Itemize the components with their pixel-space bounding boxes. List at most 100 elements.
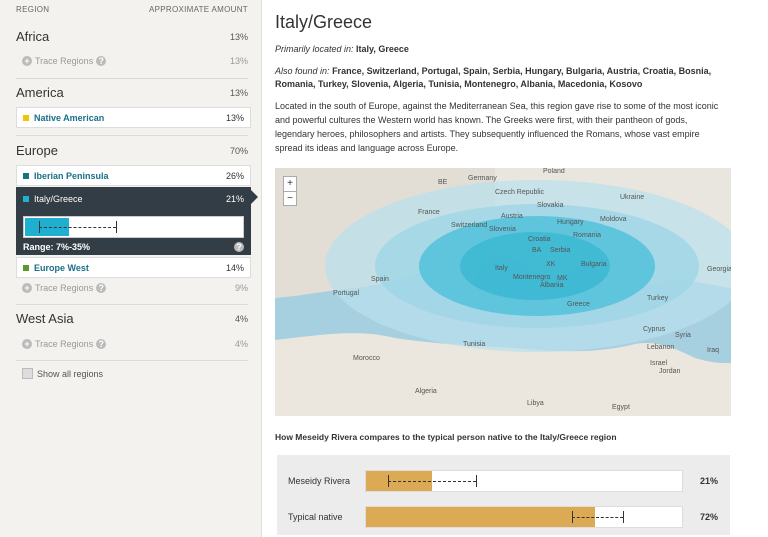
map-label: Greece <box>567 301 590 308</box>
plus-icon: + <box>22 56 32 66</box>
trace-regions-europe[interactable]: + Trace Regions? 9% <box>22 283 248 293</box>
zoom-control: + − <box>283 176 297 206</box>
sidebar-header: REGION APPROXIMATE AMOUNT <box>16 5 248 14</box>
map-label: Germany <box>468 175 497 182</box>
color-swatch <box>23 114 29 121</box>
compare-label: Typical native <box>288 512 343 522</box>
map-label: Israel <box>650 360 668 367</box>
trace-label: Trace Regions <box>35 56 94 66</box>
error-max-tick <box>623 511 624 523</box>
divider <box>16 360 248 361</box>
compare-row-user: Meseidy Rivera 21% <box>277 463 730 499</box>
trace-pct: 4% <box>234 339 248 349</box>
header-amount: APPROXIMATE AMOUNT <box>148 5 248 14</box>
map-label: Romania <box>573 232 602 239</box>
subregion-europe-west[interactable]: Europe West 14% <box>16 257 251 278</box>
subregion-name: Iberian Peninsula <box>34 170 109 181</box>
subregion-name: Native American <box>34 112 105 123</box>
trace-regions-west-asia[interactable]: + Trace Regions? 4% <box>22 339 248 349</box>
divider <box>16 304 248 305</box>
map-label: Switzerland <box>451 222 488 229</box>
subregion-iberian-peninsula[interactable]: Iberian Peninsula 26% <box>16 165 251 186</box>
error-max-tick <box>476 475 477 487</box>
map-label: Croatia <box>528 236 551 243</box>
divider <box>16 135 248 136</box>
range-max-tick <box>116 221 117 233</box>
help-icon[interactable]: ? <box>96 56 107 66</box>
trace-regions-africa[interactable]: + Trace Regions? 13% <box>22 56 248 66</box>
subregion-pct: 26% <box>225 170 244 181</box>
zoom-out-button[interactable]: − <box>284 192 296 206</box>
compare-row-typical: Typical native 72% <box>277 499 730 535</box>
subregion-pct: 14% <box>225 262 244 273</box>
error-line <box>388 481 476 482</box>
comparison-panel: Meseidy Rivera 21% Typical native 72% <box>277 455 730 535</box>
subregion-pct: 13% <box>225 112 244 123</box>
primary-label: Primarily located in: <box>275 44 354 54</box>
map-label: Syria <box>675 332 691 339</box>
map-label: Lebanon <box>647 344 675 351</box>
region-pct: 13% <box>229 31 248 42</box>
region-africa[interactable]: Africa 13% <box>16 29 248 44</box>
region-europe[interactable]: Europe 70% <box>16 143 248 158</box>
subregion-name: Italy/Greece <box>34 194 83 204</box>
subregion-pct: 21% <box>225 194 244 204</box>
map-label: Slovenia <box>489 226 516 233</box>
subregion-italy-greece-selected[interactable]: Italy/Greece 21% Range: 7%-35% ? <box>16 187 258 255</box>
region-name: America <box>16 85 64 100</box>
region-name: Africa <box>16 29 50 44</box>
trace-pct: 9% <box>234 283 248 293</box>
selection-arrow <box>251 190 258 204</box>
map-label: Algeria <box>415 388 437 395</box>
compare-value: 72% <box>699 512 718 522</box>
map-label: Italy <box>495 265 508 272</box>
map-label: BE <box>438 179 448 186</box>
color-swatch <box>23 172 29 179</box>
help-icon[interactable]: ? <box>96 339 107 349</box>
help-icon[interactable]: ? <box>234 242 244 252</box>
map-label: Jordan <box>659 368 681 375</box>
map-label: Egypt <box>612 404 630 411</box>
trace-label: Trace Regions <box>35 283 94 293</box>
region-america[interactable]: America 13% <box>16 85 248 100</box>
region-name: Europe <box>16 143 58 158</box>
map-label: Poland <box>543 168 565 175</box>
map-label: Serbia <box>550 247 571 254</box>
zoom-in-button[interactable]: + <box>284 177 296 192</box>
map-label: MK <box>557 275 568 282</box>
show-all-regions-toggle[interactable]: Show all regions <box>22 368 103 379</box>
color-swatch <box>23 196 29 202</box>
comparison-title: How Meseidy Rivera compares to the typic… <box>275 432 617 442</box>
region-name: West Asia <box>16 311 74 326</box>
page-title: Italy/Greece <box>275 12 373 32</box>
map-label: Bulgaria <box>581 261 607 268</box>
divider <box>16 78 248 79</box>
help-icon[interactable]: ? <box>96 283 107 293</box>
map-label: France <box>418 209 440 216</box>
map-label: Portugal <box>333 290 360 297</box>
map-label: Czech Republic <box>495 189 545 196</box>
compare-track <box>365 506 683 528</box>
also-value-1: France, Switzerland, Portugal, Spain, Se… <box>332 66 712 76</box>
subregion-name: Europe West <box>34 262 89 273</box>
map-label: Albania <box>540 282 564 289</box>
range-line <box>39 227 116 228</box>
map-label: Morocco <box>353 355 380 362</box>
checkbox[interactable] <box>22 368 33 379</box>
map-label: Slovakia <box>537 202 564 209</box>
also-label: Also found in: <box>275 66 330 76</box>
subregion-native-american[interactable]: Native American 13% <box>16 107 251 128</box>
map-label: Montenegro <box>513 274 551 281</box>
map-label: Austria <box>501 213 523 220</box>
compare-value: 21% <box>699 476 718 486</box>
region-west-asia[interactable]: West Asia 4% <box>16 311 248 326</box>
map-label: Spain <box>371 276 389 283</box>
region-pct: 4% <box>234 313 248 324</box>
trace-pct: 13% <box>229 56 248 66</box>
region-pct: 13% <box>229 87 248 98</box>
map-label: XK <box>546 261 556 268</box>
header-region: REGION <box>16 5 50 14</box>
region-map[interactable]: Poland Germany BE Czech Republic Slovakia Ukr… <box>275 168 731 416</box>
primary-value: Italy, Greece <box>356 44 409 54</box>
map-label: Moldova <box>600 216 627 223</box>
